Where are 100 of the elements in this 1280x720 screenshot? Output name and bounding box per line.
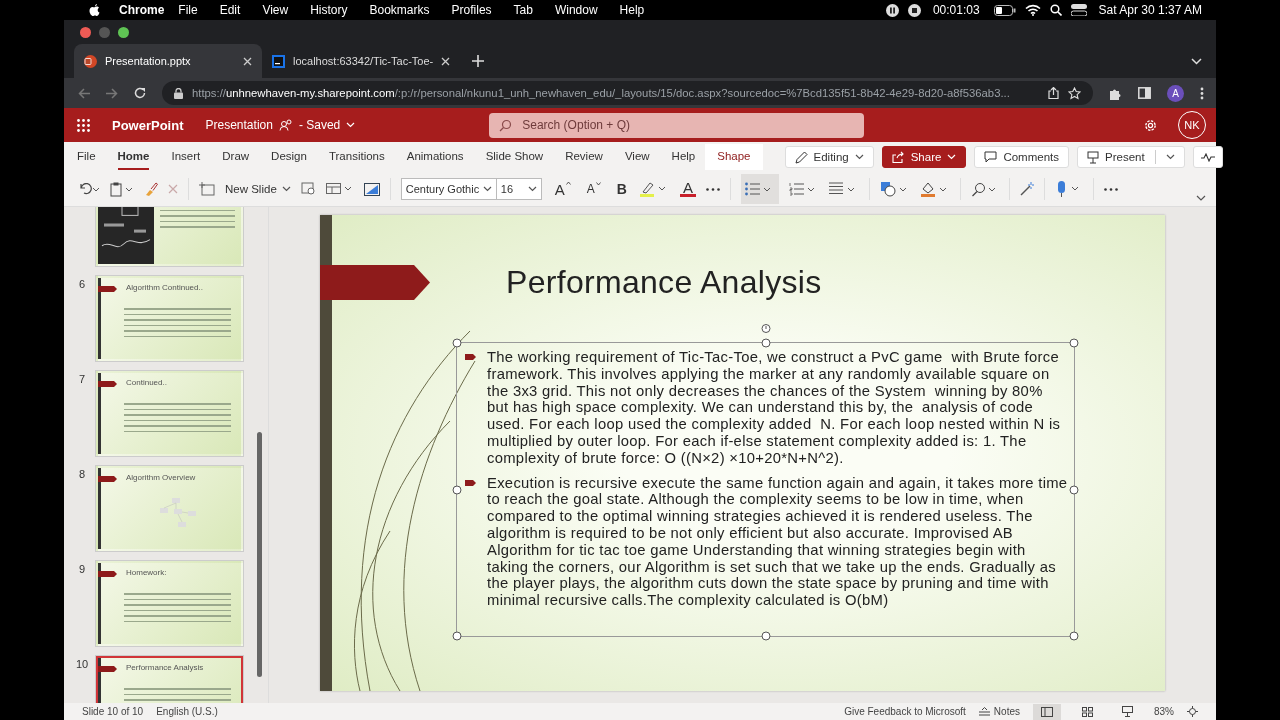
menu-item[interactable]: Window [554, 3, 598, 17]
slide-thumbnail[interactable]: Algorithm Overview [96, 466, 243, 551]
font-color-button[interactable]: A [679, 181, 696, 197]
menu-item[interactable]: Profiles [451, 3, 492, 17]
font-size-field[interactable]: 16 [495, 178, 542, 200]
close-icon[interactable] [243, 56, 252, 66]
profile-avatar[interactable]: A [1167, 84, 1184, 102]
new-slide-button[interactable]: New Slide [225, 183, 291, 195]
rotate-handle-icon[interactable] [760, 323, 771, 334]
comments-button[interactable]: Comments [974, 146, 1069, 168]
clipboard-icon[interactable] [110, 181, 134, 197]
search-icon [499, 118, 513, 132]
slide-thumbnail[interactable]: Homework: [96, 561, 243, 646]
share-icon[interactable] [1048, 87, 1059, 99]
new-tab-icon[interactable] [472, 55, 485, 67]
slide-thumbnail[interactable]: Performance Analysis [96, 656, 243, 703]
resize-handle[interactable] [1069, 485, 1079, 494]
zoom-level[interactable]: 83% [1154, 706, 1174, 717]
search-icon[interactable] [1049, 4, 1062, 16]
menu-item[interactable]: Tab [513, 3, 533, 17]
chevron-down-icon[interactable] [1196, 195, 1206, 201]
resize-handle[interactable] [761, 338, 770, 348]
ribbon-tab[interactable]: View [624, 144, 650, 170]
share-button[interactable]: Share [881, 146, 967, 168]
ribbon-tab[interactable]: Help [671, 144, 696, 170]
document-title[interactable]: Presentation [205, 118, 273, 132]
menu-item[interactable]: History [310, 3, 348, 17]
address-bar[interactable]: https://unhnewhaven-my.sharepoint.com/:p:/r/personal/nkunu1_unh_newhaven_edu/_layouts/15/doc.aspx?sourcedoc=%7Bcd135f51-8b42-4e29-8d20-a8f536ab3... [162, 81, 1093, 105]
more-icon[interactable] [1103, 187, 1118, 191]
grow-font-button[interactable]: A [551, 180, 574, 198]
normal-view-button[interactable] [1033, 703, 1061, 720]
undo-icon[interactable] [78, 183, 100, 195]
more-icon[interactable] [705, 187, 720, 191]
ribbon-tab[interactable]: Shape [705, 144, 763, 170]
save-status[interactable]: - Saved [298, 118, 341, 132]
stop-icon[interactable] [907, 3, 921, 17]
resize-handle[interactable] [452, 485, 462, 494]
wifi-icon[interactable] [1024, 4, 1041, 16]
pause-icon[interactable] [885, 3, 899, 17]
scrollbar-thumb[interactable] [257, 432, 262, 677]
close-window-button[interactable] [80, 26, 91, 38]
present-button[interactable]: Present [1077, 146, 1185, 168]
slide-thumbnail[interactable]: Algorithm Continued.. [96, 276, 243, 361]
menu-item[interactable]: Edit [219, 3, 241, 17]
bullets-button[interactable] [740, 174, 779, 204]
slide-thumbnail[interactable]: Continued.. [96, 371, 243, 456]
browser-tab[interactable]: localhost:63342/Tic-Tac-Toe- [262, 44, 461, 78]
back-icon[interactable] [78, 87, 90, 99]
resize-handle[interactable] [452, 338, 462, 348]
editing-mode-button[interactable]: Editing [784, 146, 874, 168]
format-painter-icon[interactable] [144, 182, 158, 196]
app-launcher-icon[interactable] [77, 118, 90, 132]
layout-icon[interactable] [325, 183, 354, 195]
menu-item[interactable]: View [262, 3, 289, 17]
ribbon-tab[interactable]: File [77, 144, 96, 170]
ribbon-tab[interactable]: Transitions [328, 144, 385, 170]
resize-handle[interactable] [452, 631, 462, 641]
ribbon-tab[interactable]: Design [271, 144, 307, 170]
ribbon-tab[interactable]: Review [565, 144, 603, 170]
tab-title: Presentation.pptx [105, 55, 192, 67]
forward-icon[interactable] [106, 87, 118, 99]
notes-button[interactable]: Notes [978, 706, 1020, 717]
shrink-font-button[interactable]: A [583, 182, 604, 196]
close-icon[interactable] [441, 56, 451, 66]
ribbon-tab[interactable]: Animations [406, 144, 464, 170]
app-name[interactable]: PowerPoint [112, 117, 184, 133]
activity-button[interactable] [1192, 146, 1223, 168]
star-icon[interactable] [1068, 86, 1081, 100]
background-icon[interactable] [363, 182, 380, 196]
fit-slide-icon[interactable] [1187, 706, 1198, 717]
menu-item[interactable]: Bookmarks [369, 3, 430, 17]
ribbon-tab[interactable]: Home [117, 144, 150, 170]
ribbon-tab[interactable]: Slide Show [485, 144, 544, 170]
ribbon-tab[interactable]: Insert [171, 144, 201, 170]
magic-wand-icon[interactable] [1019, 182, 1034, 196]
ribbon-tab[interactable]: Draw [222, 144, 250, 170]
battery-icon[interactable] [993, 4, 1016, 16]
thumbnail-title: Algorithm Continued.. [126, 283, 203, 292]
reload-icon[interactable] [134, 87, 146, 99]
zoom-window-button[interactable] [118, 26, 129, 38]
resize-handle[interactable] [761, 631, 770, 641]
new-slide-icon[interactable] [199, 182, 215, 196]
font-name-field[interactable]: Century Gothic [400, 178, 497, 200]
control-center-icon[interactable] [1070, 4, 1087, 16]
sidebar-icon[interactable] [1138, 87, 1151, 99]
apple-icon[interactable] [89, 3, 100, 17]
resize-handle[interactable] [1069, 338, 1079, 348]
language-status[interactable]: English (U.S.) [156, 706, 218, 717]
more-icon[interactable] [1200, 86, 1204, 100]
app-menu[interactable]: Chrome [119, 3, 165, 17]
search-field[interactable]: Search (Option + Q) [489, 112, 865, 138]
slide-title[interactable]: Performance Analysis [506, 264, 822, 301]
feedback-link[interactable]: Give Feedback to Microsoft [844, 706, 966, 717]
resize-handle[interactable] [1069, 631, 1079, 641]
reuse-slides-icon[interactable] [300, 182, 316, 196]
browser-tab[interactable]: Presentation.pptx [74, 44, 262, 78]
settings-icon[interactable] [1143, 117, 1158, 133]
bold-button[interactable]: B [613, 181, 630, 197]
menu-item[interactable]: File [178, 3, 198, 17]
menu-item[interactable]: Help [619, 3, 645, 17]
